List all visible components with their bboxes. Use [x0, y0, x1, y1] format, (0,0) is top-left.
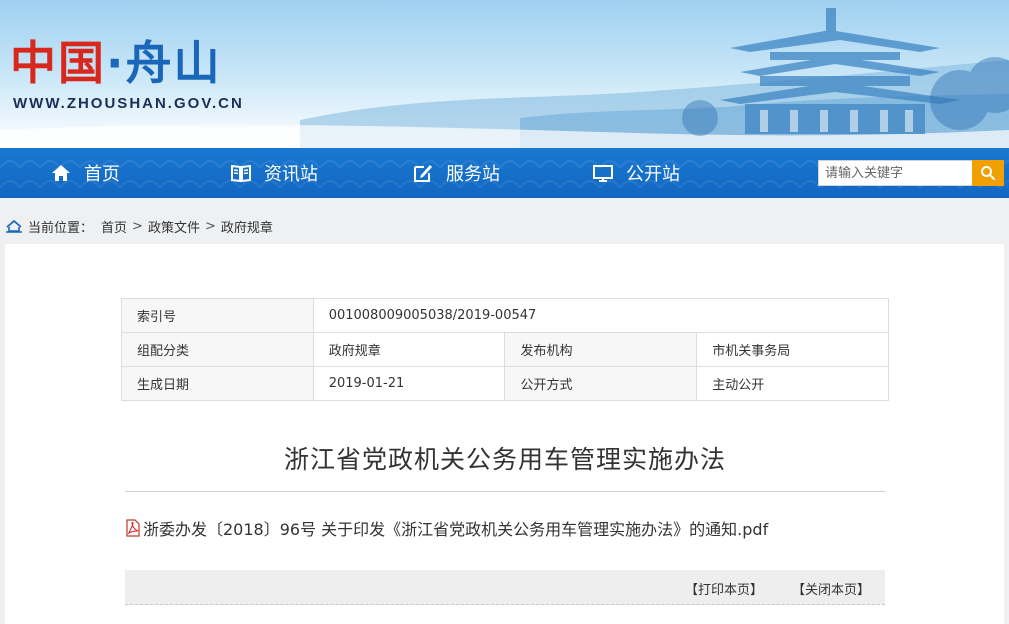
meta-value-category: 政府规章	[312, 332, 506, 367]
breadcrumb-label: 当前位置：	[28, 220, 94, 236]
meta-label-category: 组配分类	[121, 332, 314, 367]
nav-item-service[interactable]: 服务站	[412, 148, 500, 198]
breadcrumb-item-home[interactable]: 首页	[101, 217, 127, 236]
nav-item-news[interactable]: 资讯站	[230, 148, 318, 198]
location-home-icon	[6, 219, 22, 233]
attachment-link[interactable]: 浙委办发〔2018〕96号 关于印发《浙江省党政机关公务用车管理实施办法》的通知…	[125, 516, 768, 540]
content-panel: 索引号 001008009005038/2019-00547 组配分类 政府规章…	[5, 244, 1004, 624]
search-button[interactable]	[972, 160, 1004, 186]
nav-label: 首页	[84, 164, 120, 185]
logo-text-china: 中国	[10, 36, 106, 90]
breadcrumb-separator: >	[204, 218, 216, 234]
home-icon	[50, 162, 72, 184]
search-box	[818, 160, 1004, 186]
nav-label: 资讯站	[264, 164, 318, 185]
meta-label-date: 生成日期	[121, 366, 314, 401]
logo-dot: ·	[106, 36, 126, 90]
table-row: 组配分类 政府规章 发布机构 市机关事务局	[121, 332, 889, 367]
header-banner: 中国·舟山 WWW.ZHOUSHAN.GOV.CN	[0, 0, 1009, 148]
pdf-icon	[125, 519, 141, 537]
breadcrumb: 当前位置： 首页 > 政策文件 > 政府规章	[6, 212, 273, 240]
book-icon	[230, 162, 252, 184]
meta-value-publisher: 市机关事务局	[696, 332, 889, 367]
table-row: 生成日期 2019-01-21 公开方式 主动公开	[121, 366, 889, 401]
search-input[interactable]	[818, 160, 972, 186]
close-page-button[interactable]: 【关闭本页】	[792, 579, 870, 598]
search-icon	[980, 165, 996, 181]
table-row: 索引号 001008009005038/2019-00547	[121, 298, 890, 333]
breadcrumb-item-policy[interactable]: 政策文件	[148, 217, 200, 236]
page-actions-bar: 【打印本页】 【关闭本页】	[125, 570, 885, 605]
nav-label: 服务站	[446, 164, 500, 185]
meta-value-open-method: 主动公开	[696, 366, 889, 401]
meta-label-open-method: 公开方式	[504, 366, 698, 401]
article-title: 浙江省党政机关公务用车管理实施办法	[283, 445, 726, 474]
print-page-button[interactable]: 【打印本页】	[685, 579, 763, 598]
nav-item-public[interactable]: 公开站	[592, 148, 680, 198]
nav-item-home[interactable]: 首页	[50, 148, 120, 198]
site-logo[interactable]: 中国·舟山	[10, 40, 221, 86]
title-divider	[125, 491, 885, 492]
edit-icon	[412, 162, 434, 184]
breadcrumb-separator: >	[132, 218, 143, 234]
attachment-filename: 浙委办发〔2018〕96号 关于印发《浙江省党政机关公务用车管理实施办法》的通知…	[143, 520, 769, 539]
breadcrumb-item-regulation[interactable]: 政府规章	[221, 217, 273, 236]
meta-value-date: 2019-01-21	[312, 366, 506, 401]
meta-label-publisher: 发布机构	[504, 332, 698, 367]
logo-text-zhoushan: 舟山	[125, 36, 222, 90]
nav-label: 公开站	[626, 164, 680, 185]
site-url: WWW.ZHOUSHAN.GOV.CN	[13, 95, 244, 112]
meta-label-index: 索引号	[121, 298, 314, 333]
monitor-icon	[592, 162, 614, 184]
meta-value-index: 001008009005038/2019-00547	[312, 298, 890, 333]
document-meta-table: 索引号 001008009005038/2019-00547 组配分类 政府规章…	[121, 298, 890, 401]
